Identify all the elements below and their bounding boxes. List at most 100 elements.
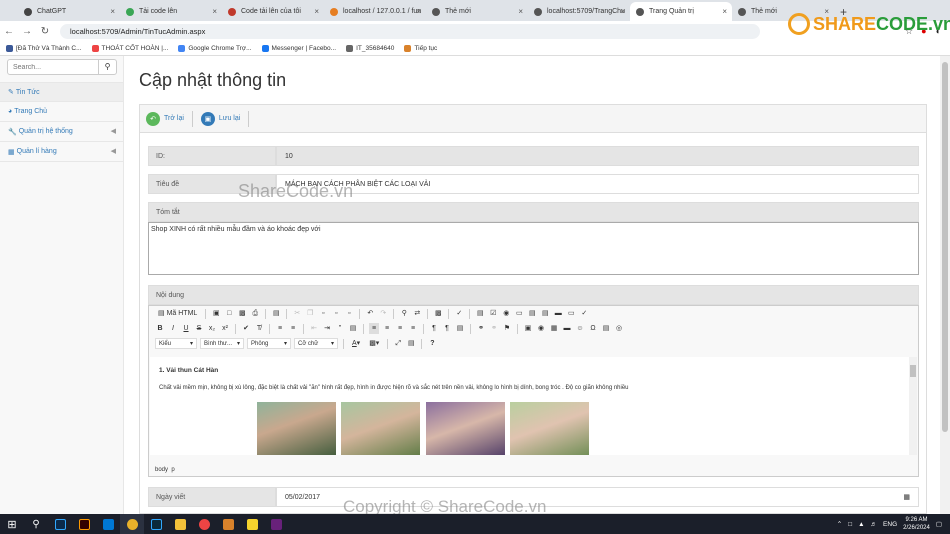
chrome-icon[interactable] <box>120 514 144 534</box>
back-button[interactable]: ↶ Trở lại <box>146 110 193 127</box>
visual-studio-icon[interactable] <box>264 514 288 534</box>
paste-icon[interactable]: ▫ <box>318 308 328 319</box>
ltr-icon[interactable]: ¶ <box>429 323 439 334</box>
font-dropdown[interactable]: Phông ▾ <box>247 338 291 349</box>
size-dropdown[interactable]: Cỡ chữ ▾ <box>294 338 338 349</box>
print-icon[interactable]: ⎙ <box>250 308 260 319</box>
tab-close-icon[interactable]: × <box>620 7 625 16</box>
checkbox-icon[interactable]: ☑ <box>488 308 498 319</box>
browser-tab[interactable]: Trang Quản trị × <box>630 2 732 21</box>
notification-icon[interactable]: ▢ <box>936 520 942 528</box>
show-blocks-icon[interactable]: ▤ <box>406 338 416 349</box>
app-icon[interactable] <box>192 514 216 534</box>
language-indicator[interactable]: ENG <box>883 521 897 528</box>
tab-close-icon[interactable]: × <box>314 7 319 16</box>
textarea-icon[interactable]: ▤ <box>527 308 537 319</box>
vscode-icon[interactable] <box>96 514 120 534</box>
table-icon[interactable]: ▦ <box>549 323 559 334</box>
bold-icon[interactable]: B <box>155 323 165 334</box>
format-dropdown[interactable]: Kiểu ▾ <box>155 338 197 349</box>
folder-icon[interactable] <box>168 514 192 534</box>
path-p[interactable]: p <box>171 467 174 473</box>
align-left-icon[interactable]: ≡ <box>369 323 379 334</box>
cut-icon[interactable]: ✂ <box>292 308 302 319</box>
iframe-icon[interactable]: ◎ <box>614 323 624 334</box>
volume-icon[interactable]: ♬ <box>871 521 878 528</box>
maximize-icon[interactable]: ⤢ <box>393 338 403 349</box>
editor-content-area[interactable]: 1. Vải thun Cát Hàn Chất vải mềm mịn, kh… <box>150 357 912 455</box>
smiley-icon[interactable]: ☺ <box>575 323 585 334</box>
copy-icon[interactable]: ❐ <box>305 308 315 319</box>
editor-scrollbar[interactable] <box>909 357 917 455</box>
search-icon[interactable]: ⚲ <box>24 514 48 534</box>
paste-word-icon[interactable]: ▫ <box>344 308 354 319</box>
image-button-icon[interactable]: ▭ <box>566 308 576 319</box>
page-scroll-thumb[interactable] <box>942 62 948 432</box>
browser-tab[interactable]: ChatGPT × <box>18 2 120 21</box>
forward-arrow-icon[interactable]: → <box>18 26 36 37</box>
summary-textarea[interactable]: Shop XINH có rất nhiều mẫu đầm và áo kho… <box>148 222 919 275</box>
replace-icon[interactable]: ⇄ <box>412 308 422 319</box>
text-color-icon[interactable]: A▾ <box>349 338 363 349</box>
radio-icon[interactable]: ◉ <box>501 308 511 319</box>
justify-icon[interactable]: ≡ <box>408 323 418 334</box>
align-center-icon[interactable]: ≡ <box>382 323 392 334</box>
sidebar-item-quan-li-hang[interactable]: ▦ Quản lí hàng ◀ <box>0 142 123 162</box>
source-button[interactable]: ▤ Mã HTML <box>155 308 200 319</box>
undo-icon[interactable]: ↶ <box>365 308 375 319</box>
browser-tab[interactable]: localhost:5709/TrangChu × <box>528 2 630 21</box>
blockquote-icon[interactable]: ” <box>335 323 345 334</box>
clock[interactable]: 9:26 AM 2/26/2024 <box>903 516 930 532</box>
sidebar-item-quan-tri[interactable]: 🔧 Quản trị hệ thống ◀ <box>0 122 123 142</box>
copy-format-icon[interactable]: ✔ <box>241 323 251 334</box>
browser-tab[interactable]: localhost / 127.0.0.1 / fun × <box>324 2 426 21</box>
horizontal-line-icon[interactable]: ▬ <box>562 323 572 334</box>
bookmark-item[interactable]: IT_35684640 <box>346 44 394 52</box>
indent-icon[interactable]: ⇥ <box>322 323 332 334</box>
reload-icon[interactable]: ↻ <box>36 26 54 37</box>
button-icon[interactable]: ▬ <box>553 308 563 319</box>
outdent-icon[interactable]: ⇤ <box>309 323 319 334</box>
photoshop-icon[interactable] <box>48 514 72 534</box>
style-dropdown[interactable]: Bình thư... ▾ <box>200 338 244 349</box>
lr-icon[interactable] <box>144 514 168 534</box>
app2-icon[interactable] <box>216 514 240 534</box>
remove-format-icon[interactable]: T̸ <box>254 323 264 334</box>
templates-icon[interactable]: ▤ <box>271 308 281 319</box>
special-char-icon[interactable]: Ω <box>588 323 598 334</box>
subscript-icon[interactable]: x₂ <box>207 323 217 334</box>
editor-scroll-thumb[interactable] <box>910 365 916 377</box>
back-arrow-icon[interactable]: ← <box>0 26 18 37</box>
chevron-up-icon[interactable]: ⌃ <box>837 520 842 528</box>
select-icon[interactable]: ▤ <box>540 308 550 319</box>
div-icon[interactable]: ▤ <box>348 323 358 334</box>
language-icon[interactable]: ▤ <box>455 323 465 334</box>
paste-text-icon[interactable]: ▫ <box>331 308 341 319</box>
tab-close-icon[interactable]: × <box>518 7 523 16</box>
browser-tab[interactable]: Tải code lên × <box>120 2 222 21</box>
wifi-icon[interactable]: ▲ <box>858 521 864 528</box>
underline-icon[interactable]: U <box>181 323 191 334</box>
redo-icon[interactable]: ↷ <box>378 308 388 319</box>
bookmark-item[interactable]: Google Chrome Trợ... <box>178 44 252 52</box>
save-button[interactable]: ▣ Lưu lại <box>200 110 250 127</box>
tray-app-icon[interactable]: □ <box>848 521 852 528</box>
find-icon[interactable]: ⚲ <box>399 308 409 319</box>
url-field[interactable]: localhost:5709/Admin/TinTucAdmin.aspx <box>60 23 760 39</box>
tab-close-icon[interactable]: × <box>722 7 727 16</box>
superscript-icon[interactable]: x² <box>220 323 230 334</box>
tab-close-icon[interactable]: × <box>110 7 115 16</box>
search-input[interactable] <box>8 60 98 74</box>
link-icon[interactable]: ⚭ <box>476 323 486 334</box>
bookmark-item[interactable]: [Đã Thử Và Thành C... <box>6 44 82 52</box>
select-all-icon[interactable]: ▩ <box>433 308 443 319</box>
form-icon[interactable]: ▤ <box>475 308 485 319</box>
pagebreak-icon[interactable]: ▤ <box>601 323 611 334</box>
bookmark-item[interactable]: Messenger | Facebo... <box>261 44 336 52</box>
italic-icon[interactable]: I <box>168 323 178 334</box>
hidden-field-icon[interactable]: ✓ <box>579 308 589 319</box>
new-page-icon[interactable]: □ <box>224 308 234 319</box>
save-icon[interactable]: ▣ <box>211 308 221 319</box>
browser-tab[interactable]: Code tải lên của tôi × <box>222 2 324 21</box>
bookmark-item[interactable]: Tiếp tục <box>404 44 437 52</box>
